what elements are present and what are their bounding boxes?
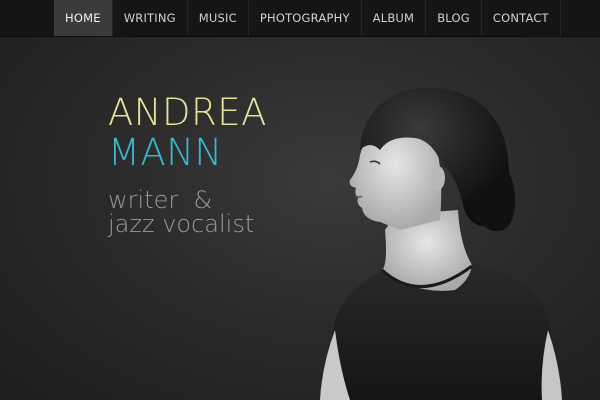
nav-item-album[interactable]: ALBUM <box>362 0 427 36</box>
tagline-line-2: jazz vocalist <box>108 210 255 238</box>
first-name-heading: ANDREA <box>108 91 267 134</box>
nav-item-home[interactable]: HOME <box>54 0 113 36</box>
hero-text: ANDREA MANN writer & jazz vocalist <box>108 91 267 237</box>
last-name-heading: MANN <box>108 131 223 174</box>
nav-item-photography[interactable]: PHOTOGRAPHY <box>249 0 362 36</box>
nav-menu: HOME WRITING MUSIC PHOTOGRAPHY ALBUM BLO… <box>54 0 561 36</box>
tagline: writer & jazz vocalist <box>108 188 267 236</box>
tagline-line-1: writer & <box>108 186 213 214</box>
nav-item-blog[interactable]: BLOG <box>426 0 482 36</box>
portrait-photo <box>320 87 562 400</box>
nav-item-contact[interactable]: CONTACT <box>482 0 561 36</box>
top-navbar: HOME WRITING MUSIC PHOTOGRAPHY ALBUM BLO… <box>0 0 600 37</box>
nav-item-writing[interactable]: WRITING <box>113 0 188 36</box>
nav-item-music[interactable]: MUSIC <box>188 0 249 36</box>
